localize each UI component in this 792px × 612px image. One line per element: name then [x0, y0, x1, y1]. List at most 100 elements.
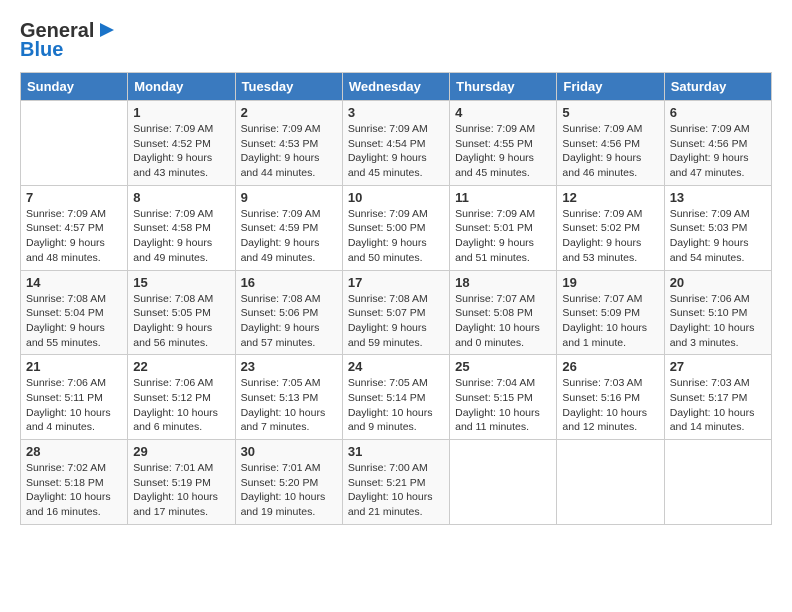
day-info: Sunrise: 7:07 AM Sunset: 5:09 PM Dayligh… — [562, 292, 658, 351]
day-info: Sunrise: 7:07 AM Sunset: 5:08 PM Dayligh… — [455, 292, 551, 351]
day-info: Sunrise: 7:05 AM Sunset: 5:13 PM Dayligh… — [241, 376, 337, 435]
day-number: 22 — [133, 359, 229, 374]
day-info: Sunrise: 7:03 AM Sunset: 5:16 PM Dayligh… — [562, 376, 658, 435]
day-cell: 10 Sunrise: 7:09 AM Sunset: 5:00 PM Dayli… — [342, 185, 449, 270]
page-header: General Blue — [20, 20, 772, 62]
day-cell: 1 Sunrise: 7:09 AM Sunset: 4:52 PM Daylig… — [128, 101, 235, 186]
day-cell: 9 Sunrise: 7:09 AM Sunset: 4:59 PM Daylig… — [235, 185, 342, 270]
day-info: Sunrise: 7:01 AM Sunset: 5:20 PM Dayligh… — [241, 461, 337, 520]
day-cell: 28 Sunrise: 7:02 AM Sunset: 5:18 PM Dayli… — [21, 440, 128, 525]
day-cell: 6 Sunrise: 7:09 AM Sunset: 4:56 PM Daylig… — [664, 101, 771, 186]
day-cell: 22 Sunrise: 7:06 AM Sunset: 5:12 PM Dayli… — [128, 355, 235, 440]
day-info: Sunrise: 7:06 AM Sunset: 5:12 PM Dayligh… — [133, 376, 229, 435]
day-cell — [21, 101, 128, 186]
day-number: 2 — [241, 105, 337, 120]
day-info: Sunrise: 7:09 AM Sunset: 5:01 PM Dayligh… — [455, 207, 551, 266]
day-info: Sunrise: 7:03 AM Sunset: 5:17 PM Dayligh… — [670, 376, 766, 435]
column-header-wednesday: Wednesday — [342, 73, 449, 101]
logo-arrow-icon — [96, 19, 118, 41]
day-info: Sunrise: 7:05 AM Sunset: 5:14 PM Dayligh… — [348, 376, 444, 435]
day-info: Sunrise: 7:01 AM Sunset: 5:19 PM Dayligh… — [133, 461, 229, 520]
day-info: Sunrise: 7:08 AM Sunset: 5:06 PM Dayligh… — [241, 292, 337, 351]
day-cell: 17Sunrise: 7:08 AM Sunset: 5:07 PM Dayli… — [342, 270, 449, 355]
week-row-4: 21 Sunrise: 7:06 AM Sunset: 5:11 PM Dayli… — [21, 355, 772, 440]
day-number: 12 — [562, 190, 658, 205]
column-header-monday: Monday — [128, 73, 235, 101]
day-number: 30 — [241, 444, 337, 459]
day-number: 20 — [670, 275, 766, 290]
day-number: 21 — [26, 359, 122, 374]
day-info: Sunrise: 7:06 AM Sunset: 5:10 PM Dayligh… — [670, 292, 766, 351]
column-header-friday: Friday — [557, 73, 664, 101]
logo-blue: Blue — [20, 39, 63, 62]
day-cell — [450, 440, 557, 525]
day-number: 8 — [133, 190, 229, 205]
day-number: 24 — [348, 359, 444, 374]
day-info: Sunrise: 7:08 AM Sunset: 5:04 PM Dayligh… — [26, 292, 122, 351]
day-cell: 20 Sunrise: 7:06 AM Sunset: 5:10 PM Dayli… — [664, 270, 771, 355]
day-cell: 11Sunrise: 7:09 AM Sunset: 5:01 PM Dayli… — [450, 185, 557, 270]
day-info: Sunrise: 7:00 AM Sunset: 5:21 PM Dayligh… — [348, 461, 444, 520]
day-number: 4 — [455, 105, 551, 120]
day-cell: 26 Sunrise: 7:03 AM Sunset: 5:16 PM Dayli… — [557, 355, 664, 440]
day-cell: 27 Sunrise: 7:03 AM Sunset: 5:17 PM Dayli… — [664, 355, 771, 440]
calendar-body: 1 Sunrise: 7:09 AM Sunset: 4:52 PM Daylig… — [21, 101, 772, 525]
day-info: Sunrise: 7:09 AM Sunset: 4:57 PM Dayligh… — [26, 207, 122, 266]
day-info: Sunrise: 7:09 AM Sunset: 4:54 PM Dayligh… — [348, 122, 444, 181]
day-cell: 23 Sunrise: 7:05 AM Sunset: 5:13 PM Dayli… — [235, 355, 342, 440]
day-info: Sunrise: 7:09 AM Sunset: 5:00 PM Dayligh… — [348, 207, 444, 266]
day-cell: 4 Sunrise: 7:09 AM Sunset: 4:55 PM Daylig… — [450, 101, 557, 186]
column-header-tuesday: Tuesday — [235, 73, 342, 101]
day-number: 3 — [348, 105, 444, 120]
day-cell — [557, 440, 664, 525]
day-number: 1 — [133, 105, 229, 120]
day-number: 10 — [348, 190, 444, 205]
day-info: Sunrise: 7:06 AM Sunset: 5:11 PM Dayligh… — [26, 376, 122, 435]
day-cell: 18Sunrise: 7:07 AM Sunset: 5:08 PM Dayli… — [450, 270, 557, 355]
day-cell: 24 Sunrise: 7:05 AM Sunset: 5:14 PM Dayli… — [342, 355, 449, 440]
day-cell: 29 Sunrise: 7:01 AM Sunset: 5:19 PM Dayli… — [128, 440, 235, 525]
column-header-saturday: Saturday — [664, 73, 771, 101]
week-row-5: 28 Sunrise: 7:02 AM Sunset: 5:18 PM Dayli… — [21, 440, 772, 525]
day-cell — [664, 440, 771, 525]
day-cell: 30 Sunrise: 7:01 AM Sunset: 5:20 PM Dayli… — [235, 440, 342, 525]
day-cell: 8 Sunrise: 7:09 AM Sunset: 4:58 PM Daylig… — [128, 185, 235, 270]
day-cell: 14Sunrise: 7:08 AM Sunset: 5:04 PM Dayli… — [21, 270, 128, 355]
day-info: Sunrise: 7:09 AM Sunset: 4:56 PM Dayligh… — [670, 122, 766, 181]
day-number: 15 — [133, 275, 229, 290]
week-row-2: 7 Sunrise: 7:09 AM Sunset: 4:57 PM Daylig… — [21, 185, 772, 270]
day-cell: 15Sunrise: 7:08 AM Sunset: 5:05 PM Dayli… — [128, 270, 235, 355]
logo: General Blue — [20, 20, 118, 62]
day-info: Sunrise: 7:09 AM Sunset: 4:55 PM Dayligh… — [455, 122, 551, 181]
day-cell: 16 Sunrise: 7:08 AM Sunset: 5:06 PM Dayli… — [235, 270, 342, 355]
day-info: Sunrise: 7:09 AM Sunset: 5:03 PM Dayligh… — [670, 207, 766, 266]
column-header-thursday: Thursday — [450, 73, 557, 101]
day-info: Sunrise: 7:09 AM Sunset: 4:59 PM Dayligh… — [241, 207, 337, 266]
day-number: 29 — [133, 444, 229, 459]
day-number: 26 — [562, 359, 658, 374]
day-cell: 19Sunrise: 7:07 AM Sunset: 5:09 PM Dayli… — [557, 270, 664, 355]
day-cell: 2 Sunrise: 7:09 AM Sunset: 4:53 PM Daylig… — [235, 101, 342, 186]
day-number: 28 — [26, 444, 122, 459]
day-info: Sunrise: 7:09 AM Sunset: 4:58 PM Dayligh… — [133, 207, 229, 266]
week-row-3: 14Sunrise: 7:08 AM Sunset: 5:04 PM Dayli… — [21, 270, 772, 355]
day-number: 27 — [670, 359, 766, 374]
column-header-sunday: Sunday — [21, 73, 128, 101]
day-number: 16 — [241, 275, 337, 290]
day-info: Sunrise: 7:09 AM Sunset: 4:53 PM Dayligh… — [241, 122, 337, 181]
day-number: 7 — [26, 190, 122, 205]
day-info: Sunrise: 7:02 AM Sunset: 5:18 PM Dayligh… — [26, 461, 122, 520]
calendar-table: SundayMondayTuesdayWednesdayThursdayFrid… — [20, 72, 772, 525]
day-cell: 5Sunrise: 7:09 AM Sunset: 4:56 PM Daylig… — [557, 101, 664, 186]
day-number: 13 — [670, 190, 766, 205]
day-number: 17 — [348, 275, 444, 290]
day-number: 9 — [241, 190, 337, 205]
day-cell: 3 Sunrise: 7:09 AM Sunset: 4:54 PM Daylig… — [342, 101, 449, 186]
day-cell: 31Sunrise: 7:00 AM Sunset: 5:21 PM Dayli… — [342, 440, 449, 525]
day-cell: 25Sunrise: 7:04 AM Sunset: 5:15 PM Dayli… — [450, 355, 557, 440]
day-number: 6 — [670, 105, 766, 120]
day-info: Sunrise: 7:04 AM Sunset: 5:15 PM Dayligh… — [455, 376, 551, 435]
day-info: Sunrise: 7:09 AM Sunset: 4:52 PM Dayligh… — [133, 122, 229, 181]
day-info: Sunrise: 7:09 AM Sunset: 5:02 PM Dayligh… — [562, 207, 658, 266]
day-number: 23 — [241, 359, 337, 374]
